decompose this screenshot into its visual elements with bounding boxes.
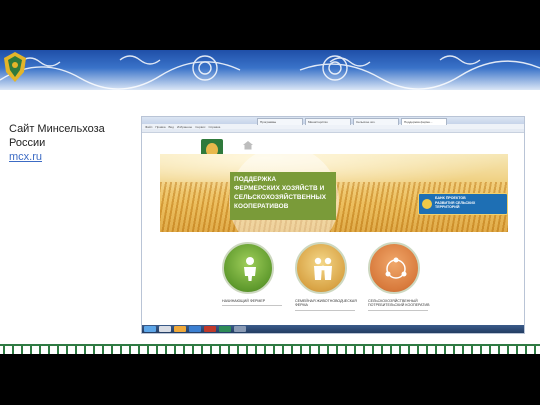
windows-taskbar <box>142 325 524 333</box>
cooperative-icon <box>385 257 407 279</box>
banner-line: ПОДДЕРЖКА <box>234 176 277 183</box>
slide-caption: Сайт Минсельхоза России mcx.ru <box>9 122 134 164</box>
coat-of-arms-icon <box>4 52 26 82</box>
category-card[interactable]: СЕМЕЙНАЯ ЖИВОТНОВОДЧЕСКАЯ ФЕРМА <box>295 242 361 311</box>
category-label[interactable]: СЕМЕЙНАЯ ЖИВОТНОВОДЧЕСКАЯ ФЕРМА <box>295 299 361 308</box>
person-icon <box>244 257 256 281</box>
bank-icon <box>422 199 432 209</box>
caption-title-line1: Сайт Минсельхоза <box>9 123 105 135</box>
menu-item[interactable]: Файл <box>145 125 152 129</box>
start-button[interactable] <box>144 326 156 332</box>
home-icon[interactable] <box>242 140 254 150</box>
browser-tab[interactable]: Сельское хоз. <box>353 118 399 125</box>
banner-headline: ПОДДЕРЖКА ФЕРМЕРСКИХ ХОЗЯЙСТВ И СЕЛЬСКОХ… <box>230 172 336 220</box>
taskbar-app-icon[interactable] <box>204 326 216 332</box>
project-bank-button[interactable]: БАНК ПРОЕКТОВ РАЗВИТИЯ СЕЛЬСКИХ ТЕРРИТОР… <box>418 193 508 215</box>
banner-line: СЕЛЬСКОХОЗЯЙСТВЕННЫХ <box>234 194 327 201</box>
browser-tab[interactable]: Программы <box>257 118 303 125</box>
hero-banner: ПОДДЕРЖКА ФЕРМЕРСКИХ ХОЗЯЙСТВ И СЕЛЬСКОХ… <box>160 154 508 232</box>
category-card[interactable]: НАЧИНАЮЩИЙ ФЕРМЕР <box>222 242 288 307</box>
category-label[interactable]: НАЧИНАЮЩИЙ ФЕРМЕР <box>222 299 288 303</box>
family-icon <box>314 257 332 280</box>
category-card[interactable]: СЕЛЬСКОХОЗЯЙСТВЕННЫЙ ПОТРЕБИТЕЛЬСКИЙ КОО… <box>368 242 434 311</box>
decorative-ornament-bottom <box>0 344 540 354</box>
category-label[interactable]: СЕЛЬСКОХОЗЯЙСТВЕННЫЙ ПОТРЕБИТЕЛЬСКИЙ КОО… <box>368 299 434 308</box>
banner-line: ФЕРМЕРСКИХ ХОЗЯЙСТВ И <box>234 185 325 192</box>
taskbar-app-icon[interactable] <box>234 326 246 332</box>
presentation-slide: Сайт Минсельхоза России mcx.ru Программы… <box>0 50 540 354</box>
taskbar-app-icon[interactable] <box>174 326 186 332</box>
favorites-bar <box>142 129 524 133</box>
browser-tabs: Программы Министерство Сельское хоз. Под… <box>257 118 447 125</box>
web-page: ПОДДЕРЖКА ФЕРМЕРСКИХ ХОЗЯЙСТВ И СЕЛЬСКОХ… <box>142 134 524 327</box>
category-image[interactable] <box>368 242 420 294</box>
browser-tab-active[interactable]: Поддержка ферме... <box>401 118 447 125</box>
taskbar-app-icon[interactable] <box>219 326 231 332</box>
browser-tab[interactable]: Министерство <box>305 118 351 125</box>
taskbar-app-icon[interactable] <box>189 326 201 332</box>
decorative-ornament-top <box>0 50 540 90</box>
browser-screenshot: Программы Министерство Сельское хоз. Под… <box>141 116 525 334</box>
site-link[interactable]: mcx.ru <box>9 150 134 164</box>
caption-title-line2: России <box>9 137 46 149</box>
category-image[interactable] <box>222 242 274 294</box>
category-image[interactable] <box>295 242 347 294</box>
menu-item[interactable]: Справка <box>208 125 220 129</box>
menu-item[interactable]: Вид <box>169 125 174 129</box>
menu-item[interactable]: Сервис <box>195 125 205 129</box>
banner-line: КООПЕРАТИВОВ <box>234 203 289 210</box>
menu-item[interactable]: Правка <box>155 125 165 129</box>
taskbar-app-icon[interactable] <box>159 326 171 332</box>
menu-item[interactable]: Избранное <box>177 125 192 129</box>
